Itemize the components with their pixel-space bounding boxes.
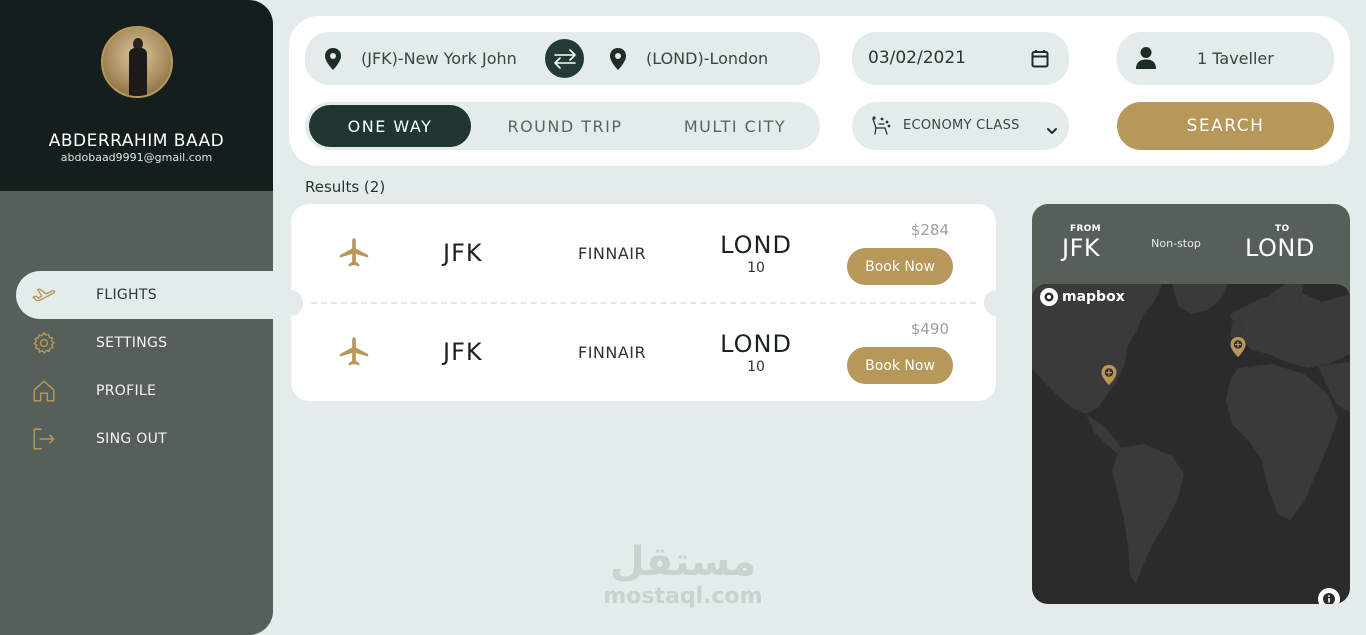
map-to-code: LOND <box>1245 234 1315 262</box>
flight-price: $490 <box>910 320 949 338</box>
flight-origin: JFK <box>443 338 483 366</box>
map-attribution-button[interactable] <box>1318 588 1340 604</box>
sidebar: ABDERRAHIM BAAD abdobaad9991@gmail.com F… <box>0 0 273 635</box>
sidebar-item-label: PROFILE <box>96 383 157 399</box>
sidebar-item-label: SETTINGS <box>96 335 168 351</box>
location-pin-icon <box>608 47 628 75</box>
trip-type-toggle: ONE WAY ROUND TRIP MULTI CITY <box>305 102 820 150</box>
flight-destination: LOND <box>720 330 792 358</box>
map-stops: Non-stop <box>1151 237 1201 250</box>
sidebar-item-profile[interactable]: PROFILE <box>16 367 273 415</box>
plane-icon <box>337 335 371 373</box>
watermark-latin: mostaql.com <box>603 584 763 609</box>
cabin-class-value: ECONOMY CLASS <box>903 118 1020 133</box>
profile-header: ABDERRAHIM BAAD abdobaad9991@gmail.com <box>0 0 273 191</box>
map-to-label: TO <box>1275 224 1290 234</box>
trip-type-round-trip[interactable]: ROUND TRIP <box>485 105 645 147</box>
user-icon <box>1135 46 1157 74</box>
route-map-card: FROM JFK Non-stop TO LOND mapbox <box>1032 204 1350 604</box>
route-field: (JFK)-New York John (LOND)-London <box>305 32 820 85</box>
location-pin-icon <box>323 47 343 75</box>
swap-button[interactable] <box>545 39 584 78</box>
sidebar-item-settings[interactable]: SETTINGS <box>16 319 273 367</box>
seat-icon <box>870 116 892 140</box>
date-field[interactable]: 03/02/2021 <box>852 32 1069 85</box>
flight-destination-detail: 10 <box>747 260 765 276</box>
flight-airline: FINNAIR <box>578 343 647 362</box>
mapbox-logo[interactable]: mapbox <box>1040 288 1125 306</box>
destination-input[interactable]: (LOND)-London <box>646 49 806 68</box>
results-count: Results (2) <box>305 178 386 196</box>
search-panel: (JFK)-New York John (LOND)-London 03/02/… <box>289 16 1350 166</box>
flight-destination: LOND <box>720 231 792 259</box>
flight-result-row: JFK FINNAIR LOND 10 $284 Book Now <box>291 204 996 302</box>
traveller-field[interactable]: 1 Taveller <box>1117 32 1334 85</box>
trip-type-multi-city[interactable]: MULTI CITY <box>655 105 815 147</box>
search-button[interactable]: SEARCH <box>1117 102 1334 150</box>
user-email: abdobaad9991@gmail.com <box>60 151 213 164</box>
mapbox-label: mapbox <box>1062 289 1125 305</box>
flight-result-row: JFK FINNAIR LOND 10 $490 Book Now <box>291 303 996 401</box>
map-from-label: FROM <box>1070 224 1101 234</box>
world-map-shapes <box>1032 284 1350 585</box>
info-icon <box>1323 593 1335 604</box>
flight-destination-detail: 10 <box>747 359 765 375</box>
mapbox-icon <box>1040 288 1058 306</box>
map-from-code: JFK <box>1062 234 1101 262</box>
book-now-button[interactable]: Book Now <box>847 347 953 384</box>
origin-input[interactable]: (JFK)-New York John <box>361 49 519 68</box>
world-map[interactable]: mapbox <box>1032 284 1350 604</box>
destination-marker-icon[interactable] <box>1229 336 1247 362</box>
swap-icon <box>553 48 576 69</box>
gear-icon <box>16 319 72 367</box>
sign-out-icon <box>16 415 72 463</box>
watermark-arabic: مستقل <box>609 539 757 585</box>
sidebar-item-label: SING OUT <box>96 431 168 447</box>
watermark: مستقل mostaql.com <box>598 540 768 609</box>
results-card: JFK FINNAIR LOND 10 $284 Book Now JFK FI… <box>279 204 1008 401</box>
flight-airline: FINNAIR <box>578 244 647 263</box>
calendar-icon[interactable] <box>1031 49 1049 72</box>
home-icon <box>16 367 72 415</box>
origin-marker-icon[interactable] <box>1100 364 1118 390</box>
plane-icon <box>16 271 72 319</box>
flight-price: $284 <box>910 221 949 239</box>
trip-type-one-way[interactable]: ONE WAY <box>309 105 471 147</box>
sidebar-item-sign-out[interactable]: SING OUT <box>16 415 273 463</box>
book-now-button[interactable]: Book Now <box>847 248 953 285</box>
flight-origin: JFK <box>443 239 483 267</box>
cabin-class-select[interactable]: ECONOMY CLASS <box>852 102 1069 150</box>
user-name: ABDERRAHIM BAAD <box>48 131 225 151</box>
chevron-down-icon <box>1046 121 1058 140</box>
avatar[interactable] <box>101 26 173 98</box>
date-value: 03/02/2021 <box>868 48 966 68</box>
plane-icon <box>337 236 371 274</box>
sidebar-item-label: FLIGHTS <box>96 287 157 303</box>
sidebar-item-flights[interactable]: FLIGHTS <box>16 271 273 319</box>
traveller-value: 1 Taveller <box>1197 49 1274 68</box>
